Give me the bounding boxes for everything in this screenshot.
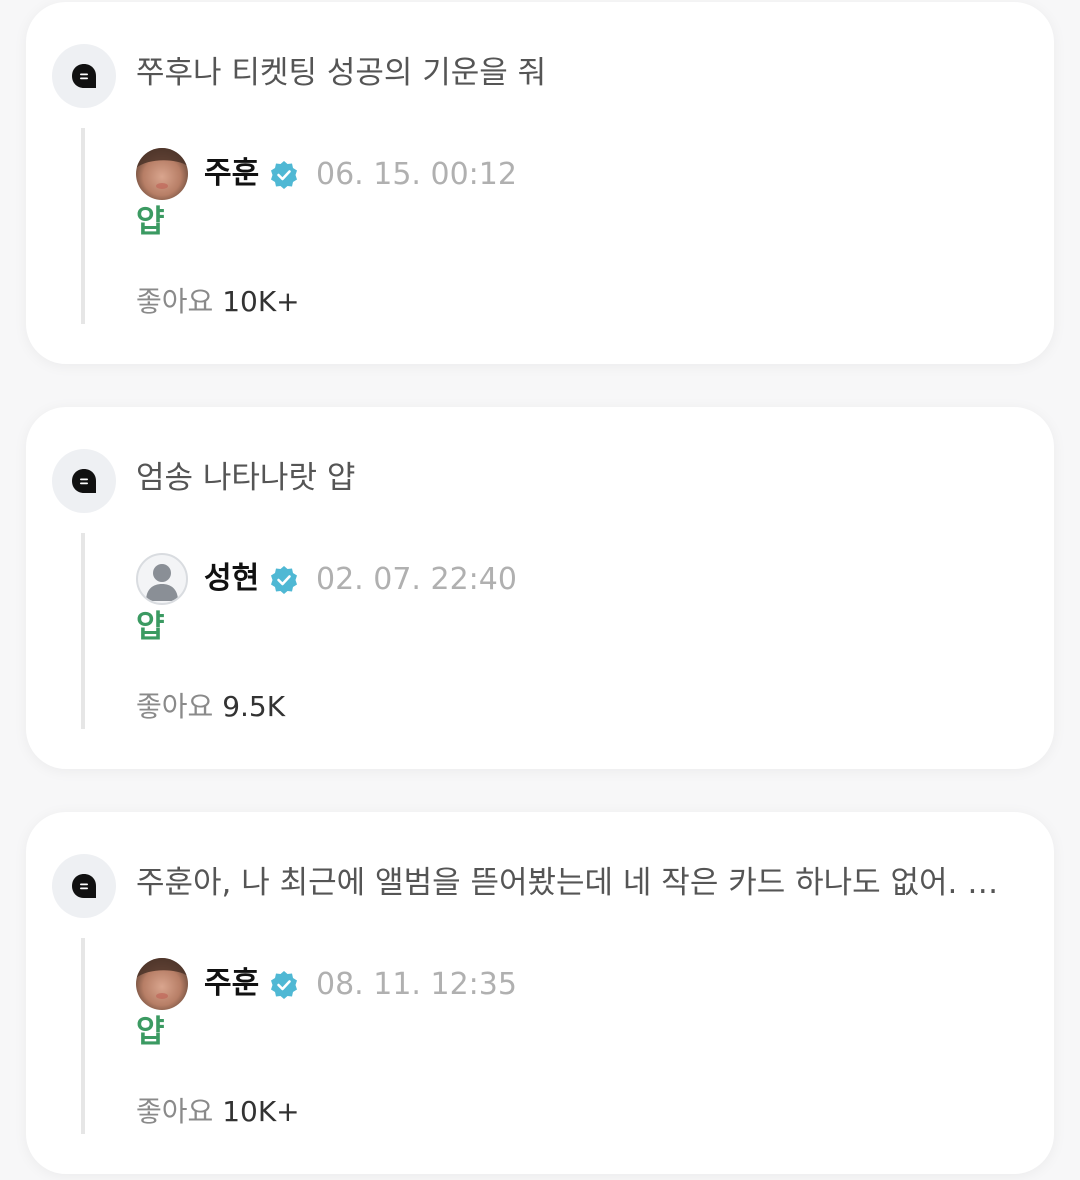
author-name[interactable]: 성현	[204, 557, 259, 601]
avatar[interactable]	[136, 958, 188, 1010]
verified-badge-icon	[271, 566, 297, 594]
qa-card[interactable]: 주훈아, 나 최근에 앨범을 뜯어봤는데 네 작은 카드 하나도 없어. 너..…	[26, 812, 1054, 1174]
speech-bubble-icon	[52, 449, 116, 513]
speech-bubble-icon	[52, 44, 116, 108]
likes-label: 좋아요	[136, 690, 214, 723]
timestamp: 08. 11. 12:35	[316, 967, 517, 1002]
author-name[interactable]: 주훈	[204, 152, 259, 196]
likes: 좋아요 10K+	[136, 1090, 300, 1134]
author-name[interactable]: 주훈	[204, 962, 259, 1006]
likes: 좋아요 10K+	[136, 280, 300, 324]
speech-bubble-icon	[52, 854, 116, 918]
likes: 좋아요 9.5K	[136, 685, 285, 729]
answer-text: 얍	[136, 204, 165, 240]
timestamp: 06. 15. 00:12	[316, 157, 517, 192]
likes-count: 10K+	[222, 1095, 300, 1128]
likes-label: 좋아요	[136, 1095, 214, 1128]
verified-badge-icon	[271, 971, 297, 999]
reply-divider	[81, 533, 85, 729]
question-text[interactable]: 엄송 나타나랏 얍	[136, 456, 1016, 500]
answer-text: 얍	[136, 609, 165, 645]
reply-divider	[81, 128, 85, 324]
verified-badge-icon	[271, 161, 297, 189]
qa-card[interactable]: 엄송 나타나랏 얍 성현 02. 07. 22:40 얍 좋아요 9.5K	[26, 407, 1054, 769]
question-text[interactable]: 쭈후나 티켓팅 성공의 기운을 줘	[136, 51, 1016, 95]
reply-divider	[81, 938, 85, 1134]
answer-text: 얍	[136, 1014, 165, 1050]
avatar[interactable]	[136, 148, 188, 200]
timestamp: 02. 07. 22:40	[316, 562, 517, 597]
question-text[interactable]: 주훈아, 나 최근에 앨범을 뜯어봤는데 네 작은 카드 하나도 없어. 너..…	[136, 861, 1016, 905]
likes-count: 10K+	[222, 285, 300, 318]
likes-label: 좋아요	[136, 285, 214, 318]
qa-card[interactable]: 쭈후나 티켓팅 성공의 기운을 줘 주훈 06. 15. 00:12 얍 좋아요…	[26, 2, 1054, 364]
likes-count: 9.5K	[222, 690, 286, 723]
default-avatar-icon[interactable]	[136, 553, 188, 605]
